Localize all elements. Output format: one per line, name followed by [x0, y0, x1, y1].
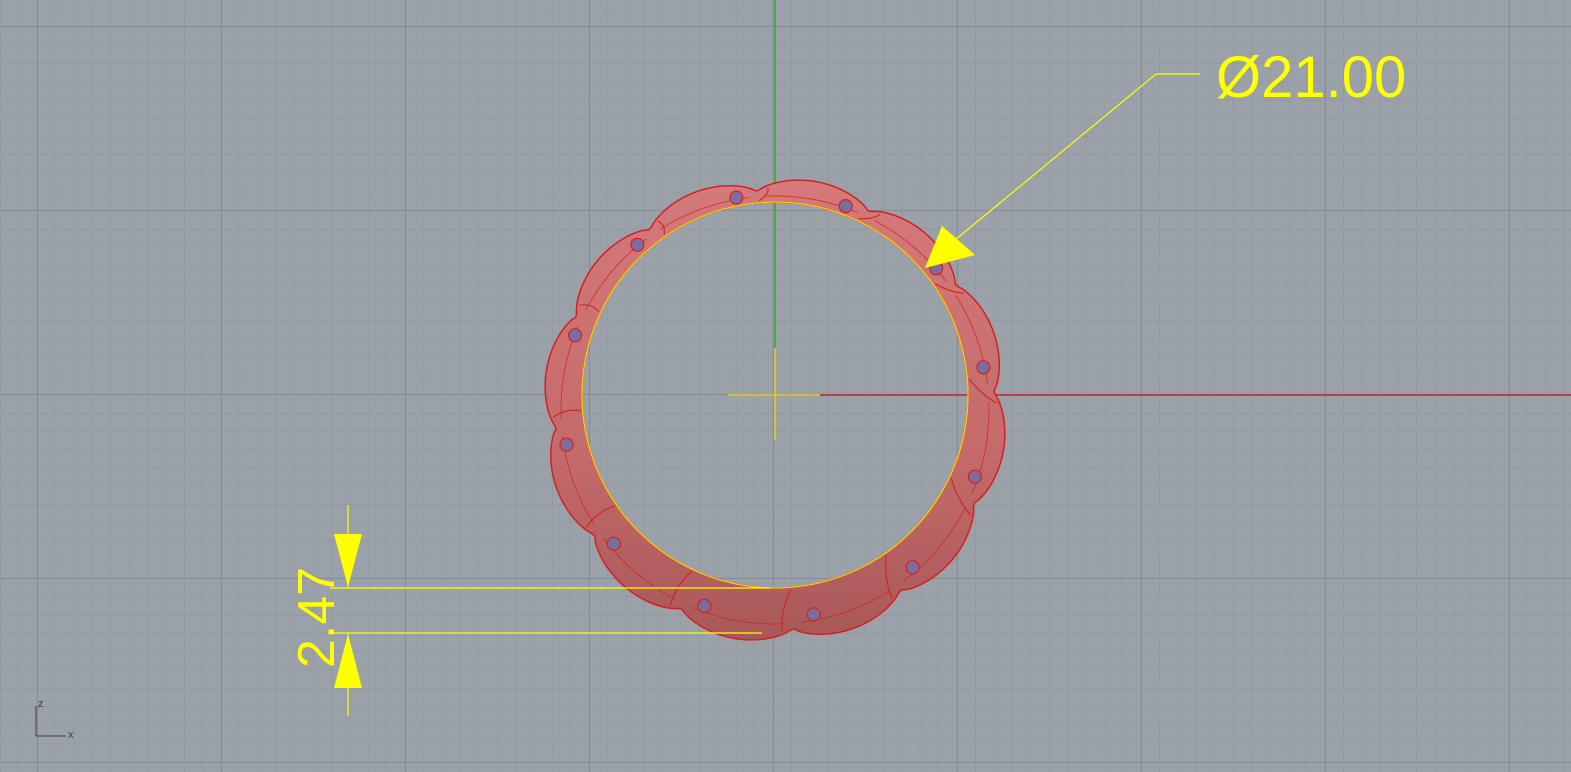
- ring-stone: [697, 598, 712, 614]
- diameter-label: Ø21.00: [1216, 45, 1406, 110]
- ring-stone: [630, 237, 645, 252]
- diameter-dimension[interactable]: Ø21.00: [925, 45, 1406, 268]
- ring-stone: [967, 469, 983, 484]
- viewport-front[interactable]: Ø21.00 2.47 z x: [0, 0, 1571, 772]
- scene-canvas[interactable]: Ø21.00 2.47 z x: [0, 0, 1571, 772]
- ring-stone: [976, 360, 991, 375]
- ring-stone: [806, 607, 821, 622]
- ring-stone: [559, 437, 574, 452]
- thickness-label: 2.47: [288, 567, 346, 668]
- ring-stone: [606, 536, 621, 551]
- ring-stone: [905, 560, 920, 575]
- axis-indicator: z x: [35, 698, 74, 741]
- diameter-leader-line-diag: [954, 73, 1157, 241]
- ring-stone: [838, 199, 853, 214]
- axis-indicator-x-label: x: [68, 729, 74, 741]
- ring-stone: [567, 328, 583, 343]
- axis-indicator-z-label: z: [38, 698, 44, 710]
- ring-stone: [729, 190, 744, 205]
